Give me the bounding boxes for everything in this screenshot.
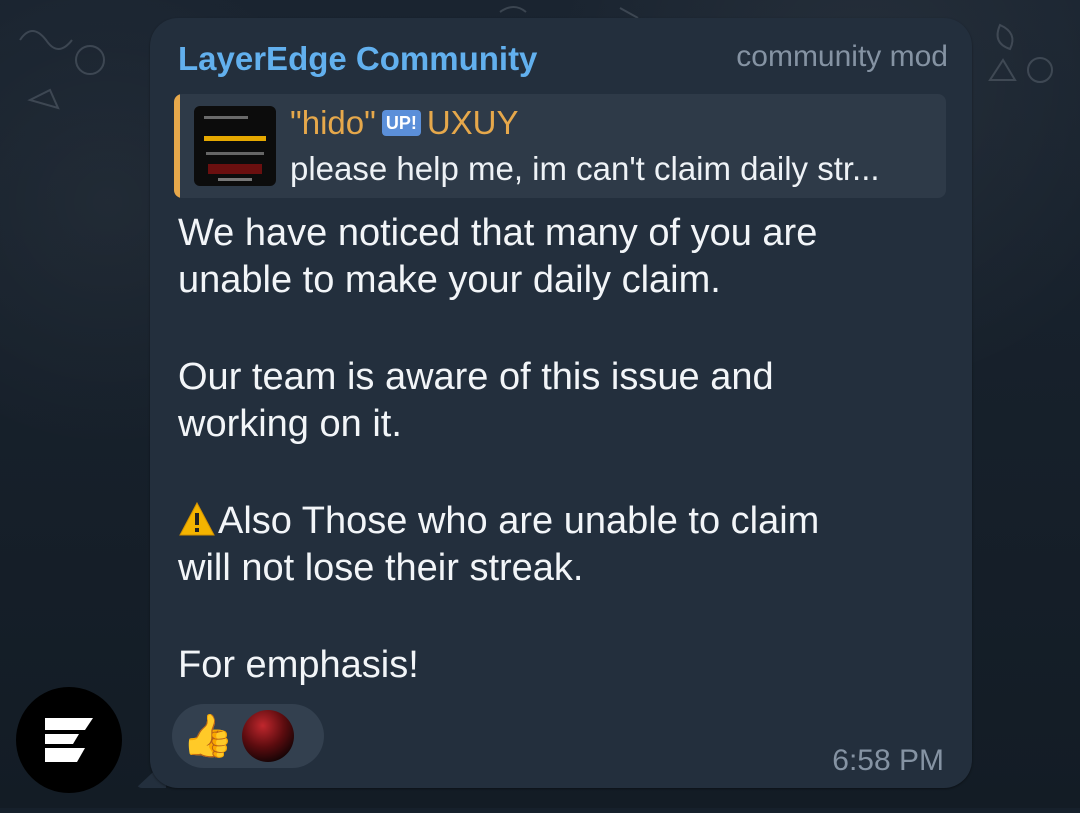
- message-bubble[interactable]: LayerEdge Community community mod "hido"…: [150, 18, 972, 788]
- message-line: working on it.: [178, 403, 402, 445]
- reactions-bar[interactable]: 👍: [172, 704, 324, 768]
- message-line: Our team is aware of this issue and: [178, 356, 774, 398]
- message-line: unable to make your daily claim.: [178, 259, 721, 301]
- sender-role: community mod: [736, 40, 948, 73]
- message-line: For emphasis!: [178, 644, 419, 686]
- thumbs-up-icon[interactable]: 👍: [182, 710, 234, 762]
- message-line: Also Those who are unable to claim: [178, 498, 918, 545]
- reply-preview[interactable]: "hido" UP! UXUY please help me, im can't…: [174, 94, 946, 198]
- reply-accent-bar: [174, 94, 180, 198]
- message-line: We have noticed that many of you are: [178, 212, 818, 254]
- reply-author: "hido" UP! UXUY: [290, 104, 519, 142]
- reactor-avatar[interactable]: [242, 710, 294, 762]
- reply-thumbnail: [194, 106, 276, 186]
- sender-avatar[interactable]: [16, 687, 122, 793]
- up-badge-icon: UP!: [381, 110, 421, 136]
- reply-author-suffix: UXUY: [426, 104, 519, 141]
- layeredge-logo-icon: [45, 718, 93, 762]
- message-time: 6:58 PM: [832, 744, 944, 777]
- sender-name[interactable]: LayerEdge Community: [178, 40, 537, 78]
- message-text: We have noticed that many of you are una…: [178, 210, 918, 689]
- reply-text: please help me, im can't claim daily str…: [290, 150, 880, 187]
- message-line-text: Also Those who are unable to claim: [218, 500, 820, 542]
- warning-icon: [179, 501, 215, 536]
- message-line: will not lose their streak.: [178, 547, 584, 589]
- reply-author-name: "hido": [290, 104, 376, 141]
